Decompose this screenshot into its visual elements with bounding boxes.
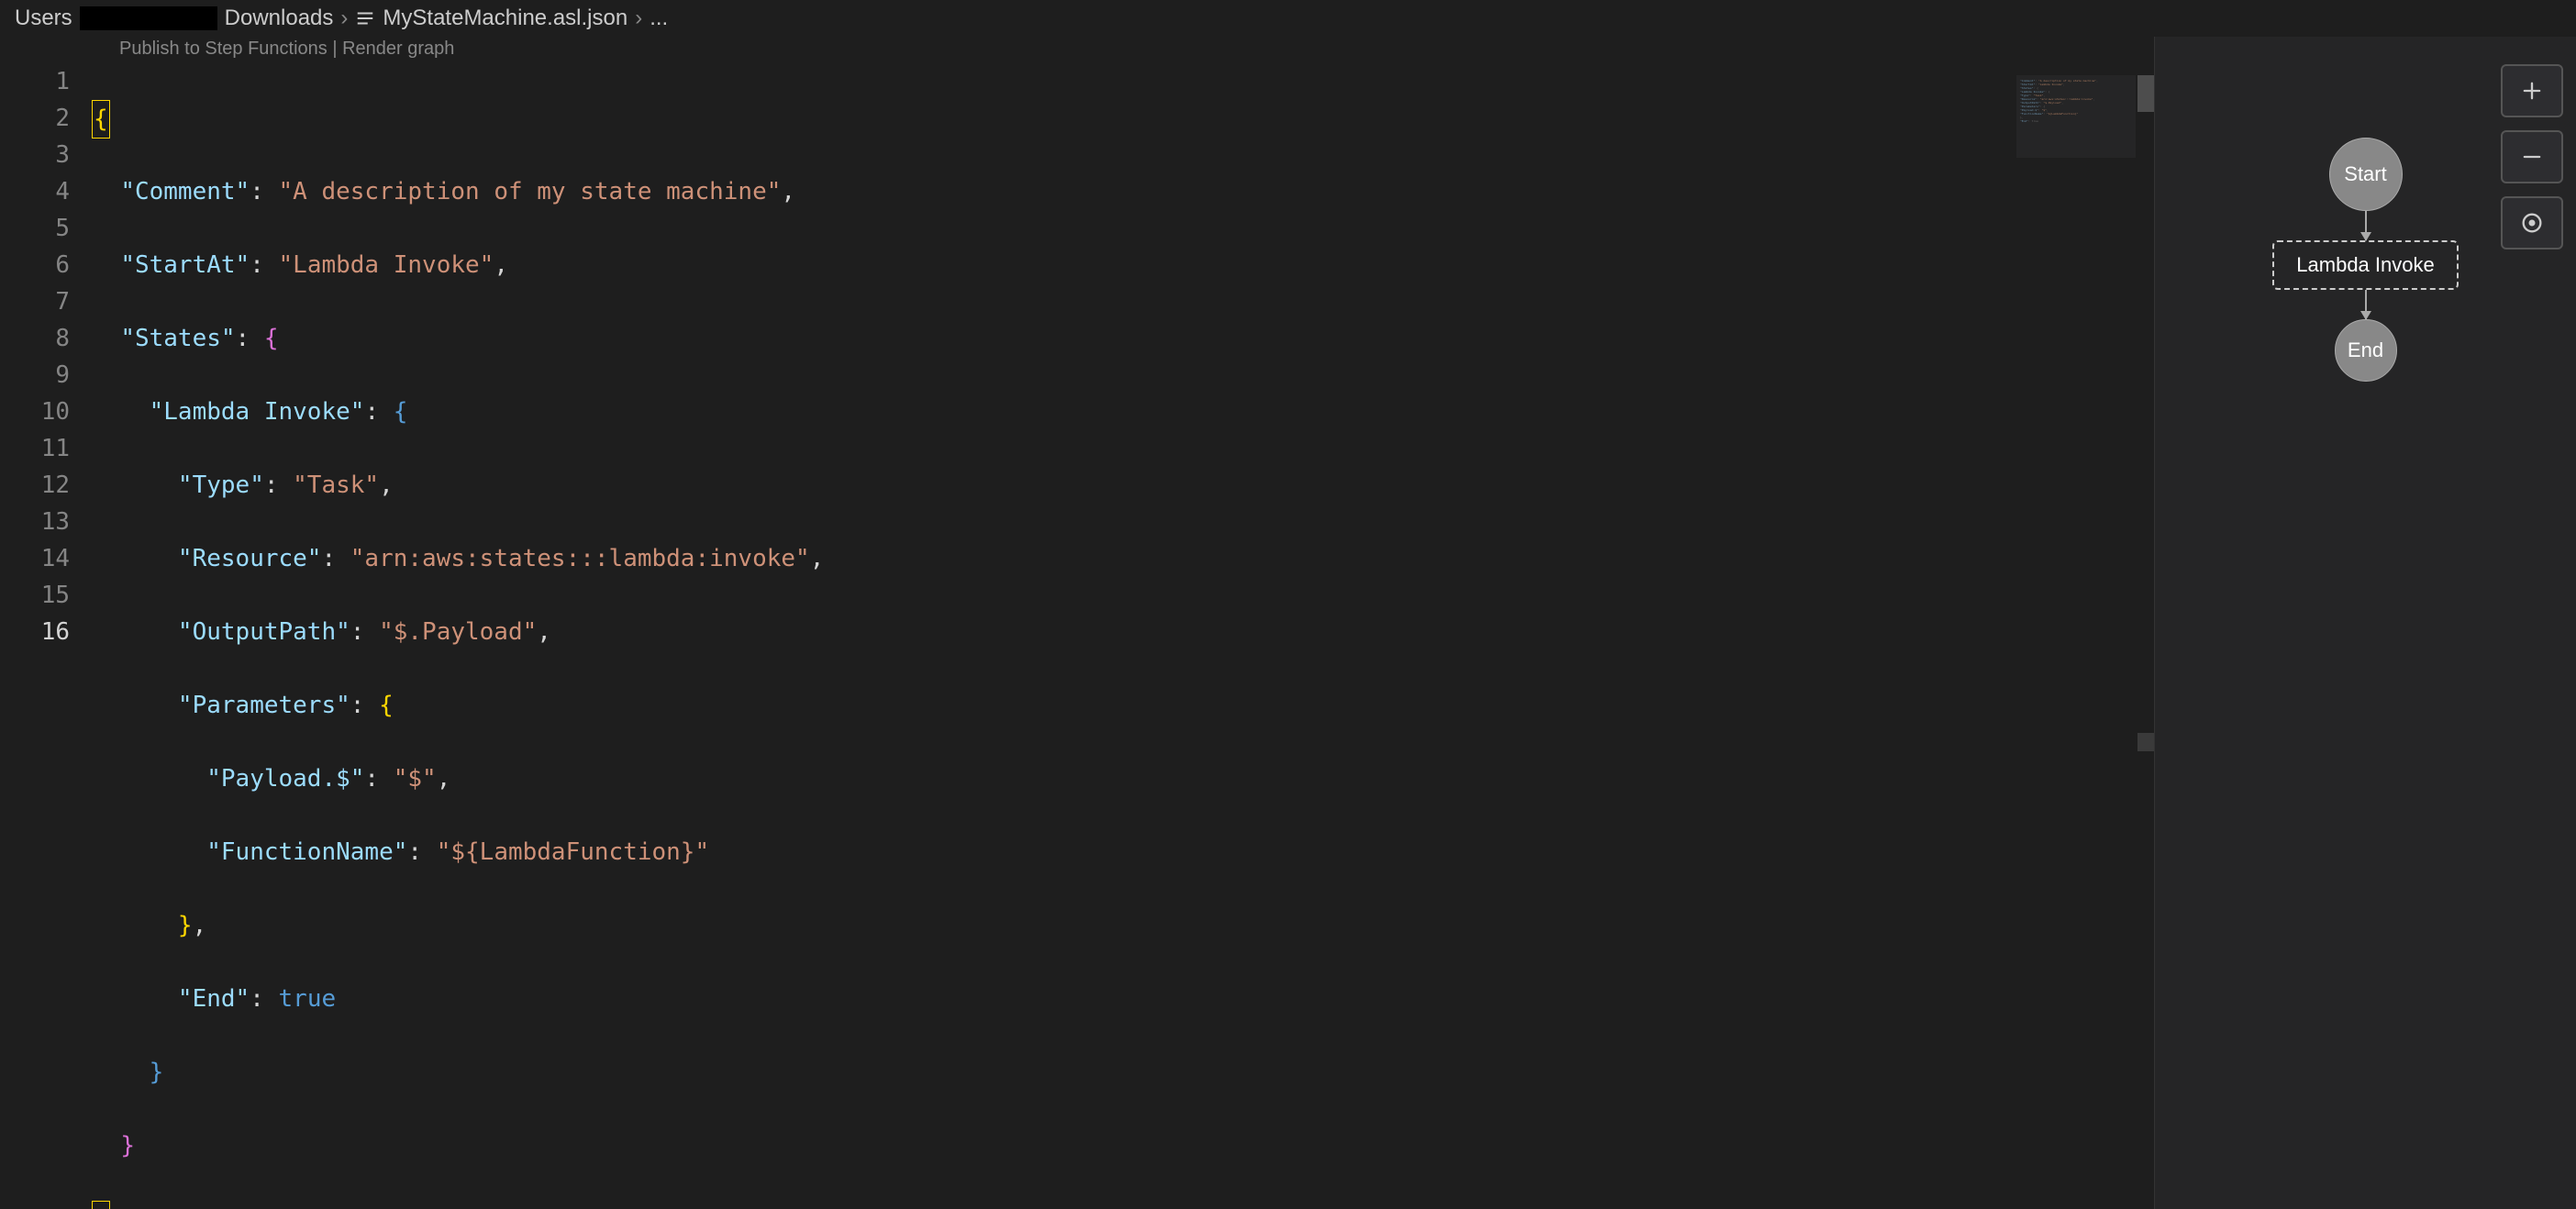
zoom-out-button[interactable] [2501, 130, 2563, 183]
file-json-icon [355, 8, 375, 28]
arrow-down-icon [2365, 290, 2367, 319]
codelens-bar: Publish to Step Functions | Render graph [0, 39, 2154, 60]
line-number: 12 [0, 467, 70, 504]
scrollbar-thumb[interactable] [2137, 75, 2154, 112]
publish-link[interactable]: Publish to Step Functions [119, 39, 328, 59]
line-number-active: 16 [0, 614, 70, 650]
line-number: 11 [0, 430, 70, 467]
center-button[interactable] [2501, 196, 2563, 250]
breadcrumb-segment-more[interactable]: ... [650, 6, 668, 31]
line-number-gutter: 1 2 3 4 5 6 7 8 9 10 11 12 13 14 15 16 [0, 63, 92, 1209]
line-number: 8 [0, 320, 70, 357]
plus-icon [2519, 78, 2545, 104]
code-content[interactable]: { "Comment": "A description of my state … [92, 63, 2154, 1209]
line-number: 5 [0, 210, 70, 247]
line-number: 13 [0, 504, 70, 540]
graph-node-task[interactable]: Lambda Invoke [2272, 240, 2458, 290]
line-number: 10 [0, 394, 70, 430]
render-graph-link[interactable]: Render graph [342, 39, 454, 59]
minimap[interactable]: "Comment": "A description of my state ma… [2016, 75, 2136, 158]
line-number: 3 [0, 137, 70, 173]
editor-pane: Publish to Step Functions | Render graph… [0, 37, 2154, 1209]
line-number: 15 [0, 577, 70, 614]
graph-controls [2501, 64, 2563, 250]
target-icon [2519, 210, 2545, 236]
arrow-down-icon [2365, 211, 2367, 240]
breadcrumb: Users Downloads › MyStateMachine.asl.jso… [0, 0, 2576, 37]
breadcrumb-redacted [80, 6, 217, 30]
scrollbar-marker [2137, 733, 2154, 751]
breadcrumb-segment-downloads[interactable]: Downloads [225, 6, 334, 31]
graph-node-start[interactable]: Start [2329, 138, 2403, 211]
graph-pane: Start Lambda Invoke End [2154, 37, 2576, 1209]
state-machine-graph[interactable]: Start Lambda Invoke End [2272, 138, 2458, 1209]
codelens-separator: | [328, 39, 342, 59]
line-number: 2 [0, 100, 70, 137]
line-number: 14 [0, 540, 70, 577]
line-number: 7 [0, 283, 70, 320]
graph-node-end[interactable]: End [2335, 319, 2397, 382]
chevron-right-icon: › [340, 6, 348, 31]
breadcrumb-segment-users[interactable]: Users [15, 6, 72, 31]
chevron-right-icon: › [635, 6, 642, 31]
vertical-scrollbar[interactable] [2137, 75, 2154, 1209]
line-number: 1 [0, 63, 70, 100]
breadcrumb-segment-file[interactable]: MyStateMachine.asl.json [383, 6, 627, 31]
code-editor[interactable]: 1 2 3 4 5 6 7 8 9 10 11 12 13 14 15 16 {… [0, 63, 2154, 1209]
line-number: 9 [0, 357, 70, 394]
minus-icon [2519, 144, 2545, 170]
line-number: 6 [0, 247, 70, 283]
zoom-in-button[interactable] [2501, 64, 2563, 117]
line-number: 4 [0, 173, 70, 210]
